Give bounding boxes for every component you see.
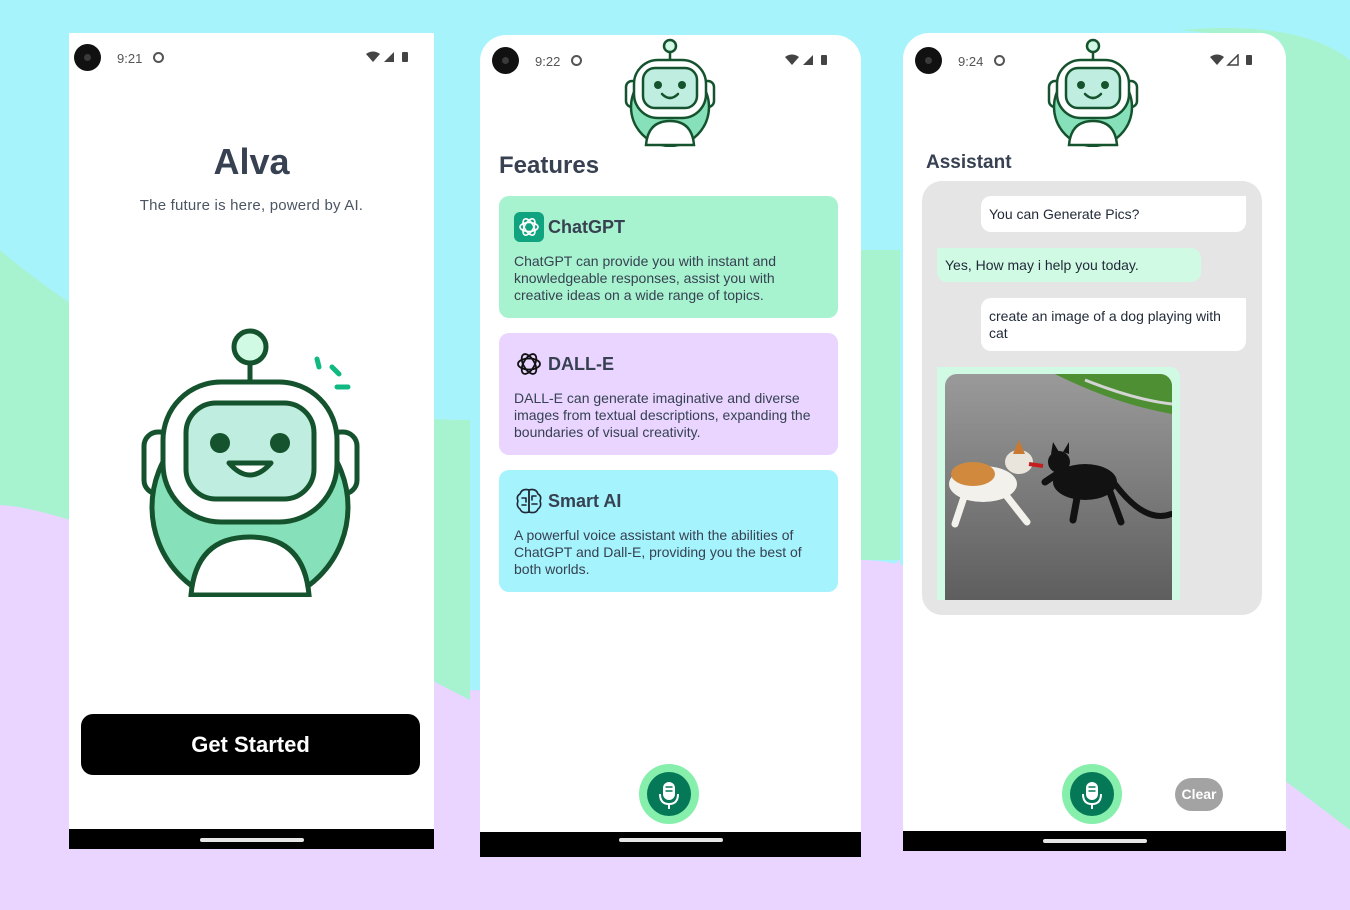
brain-icon: [514, 486, 544, 516]
phone-assistant-screen: 9:24 Assistant You can Generate Pics? Ye…: [903, 33, 1286, 851]
openai-logo-icon: [514, 349, 544, 379]
battery-icon: [1246, 55, 1252, 65]
feature-description: A powerful voice assistant with the abil…: [514, 527, 802, 577]
features-title: Features: [499, 152, 600, 179]
battery-icon: [821, 55, 827, 65]
user-message: create an image of a dog playing with ca…: [981, 298, 1246, 351]
status-time: 9:24: [958, 54, 984, 69]
microphone-button[interactable]: [1062, 764, 1122, 824]
feature-name: Smart AI: [548, 490, 622, 511]
notification-icon: [994, 55, 1005, 66]
status-bar: 9:21: [69, 33, 434, 83]
feature-card-chatgpt[interactable]: ChatGPT ChatGPT can provide you with ins…: [499, 196, 838, 318]
phone-welcome-screen: 9:21 Alva The future is here, powerd by …: [69, 33, 434, 849]
feature-description: DALL-E can generate imaginative and dive…: [514, 390, 811, 440]
signal-icon: [803, 55, 813, 65]
navigation-bar: [903, 831, 1286, 851]
notification-icon: [571, 55, 582, 66]
home-gesture-handle[interactable]: [1042, 839, 1147, 843]
wifi-icon: [785, 54, 799, 65]
assistant-image-message: [937, 367, 1180, 600]
app-title: Alva: [213, 141, 290, 182]
assistant-message: Yes, How may i help you today.: [937, 248, 1201, 282]
wifi-icon: [1210, 54, 1224, 65]
chatgpt-logo-icon: [514, 212, 544, 242]
feature-card-smart-ai[interactable]: Smart AI A powerful voice assistant with…: [499, 470, 838, 592]
status-icons: [785, 54, 833, 71]
navigation-bar: [480, 832, 861, 857]
microphone-icon: [1082, 782, 1102, 809]
feature-card-dalle[interactable]: DALL-E DALL-E can generate imaginative a…: [499, 333, 838, 455]
home-gesture-handle[interactable]: [618, 838, 723, 842]
notification-icon: [153, 52, 164, 63]
signal-icon: [1226, 53, 1239, 66]
feature-name: DALL-E: [548, 353, 614, 374]
robot-mascot-icon: [624, 38, 716, 147]
feature-description: ChatGPT can provide you with instant and…: [514, 253, 777, 303]
front-camera: [915, 47, 942, 74]
robot-mascot-icon: [141, 328, 360, 597]
front-camera: [74, 44, 101, 71]
user-message: You can Generate Pics?: [981, 196, 1246, 232]
chat-conversation-panel[interactable]: You can Generate Pics? Yes, How may i he…: [922, 181, 1262, 615]
assistant-title: Assistant: [926, 152, 1012, 173]
microphone-button[interactable]: [639, 764, 699, 824]
generated-dog-and-cat-image[interactable]: [945, 374, 1172, 600]
robot-mascot-icon: [1047, 38, 1139, 147]
status-icons: [1210, 53, 1258, 71]
status-time: 9:22: [535, 54, 561, 69]
front-camera: [492, 47, 519, 74]
feature-name: ChatGPT: [548, 216, 626, 237]
clear-button[interactable]: Clear: [1175, 778, 1223, 811]
app-tagline: The future is here, powerd by AI.: [139, 197, 364, 214]
signal-icon: [384, 52, 394, 62]
get-started-button[interactable]: Get Started: [81, 714, 420, 775]
microphone-icon: [659, 782, 679, 809]
wifi-icon: [366, 51, 380, 62]
phone-features-screen: 9:22 Features ChatGPT ChatGPT can provid…: [480, 35, 861, 857]
status-time: 9:21: [117, 51, 143, 66]
battery-icon: [402, 52, 408, 62]
navigation-bar: [69, 829, 434, 849]
status-icons: [366, 51, 414, 68]
home-gesture-handle[interactable]: [199, 838, 304, 842]
